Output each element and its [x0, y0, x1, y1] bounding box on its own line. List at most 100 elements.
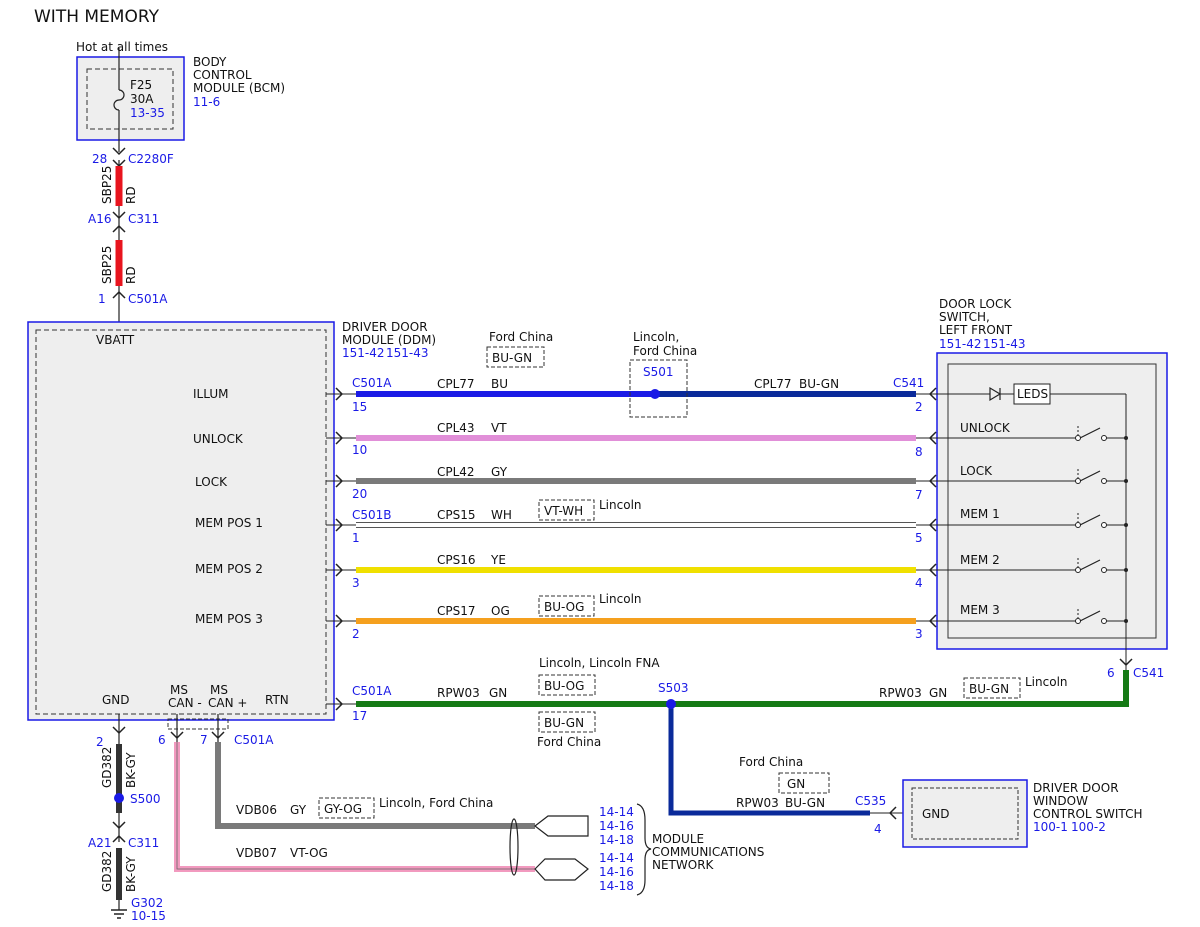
lock-circuit: CPL42	[437, 465, 475, 479]
switch-contact-2-part-7	[1124, 479, 1128, 483]
switch-mem2: MEM 2	[960, 553, 1000, 567]
gnd-connector-c311-icon	[112, 813, 126, 843]
ddm-ms-can-minus-line2: CAN -	[168, 696, 202, 710]
ddm-rtn: RTN	[265, 693, 289, 707]
network-name-line3: NETWORK	[652, 858, 715, 872]
mem2-pin-left: 3	[352, 576, 360, 590]
lock-pin-right: 7	[915, 488, 923, 502]
window-wire-color: BU-GN	[785, 796, 825, 810]
illum-variant-color: BU-GN	[492, 351, 532, 365]
can-ref-a3: 14-18	[599, 833, 634, 847]
feed-color-1: RD	[124, 186, 138, 204]
fuse-rating: 30A	[130, 92, 154, 106]
switch-contact-4-part-2	[1075, 567, 1081, 573]
rtn-variant-bottom-label: Ford China	[537, 735, 601, 749]
can-ref-b3: 14-18	[599, 879, 634, 893]
switch-lock: LOCK	[960, 464, 993, 478]
window-wire-circuit: RPW03	[736, 796, 779, 810]
window-variant-color: GN	[787, 777, 805, 791]
mem3-variant-color: BU-OG	[544, 600, 584, 614]
switch-contact-5-part-2	[1075, 618, 1081, 624]
ground-ref: 10-15	[131, 909, 166, 923]
ddm-name-line2: MODULE (DDM)	[342, 333, 436, 347]
switch-contact-1-part-2	[1075, 435, 1081, 441]
gnd-circuit-2: GD382	[100, 851, 114, 892]
switch-leds: LEDS	[1017, 387, 1048, 401]
fuse-ref: 13-35	[130, 106, 165, 120]
vdb06-color: GY	[290, 803, 307, 817]
rtn-conn: C501A	[352, 684, 392, 698]
switch-contact-1-part-7	[1124, 436, 1128, 440]
switch-mem3: MEM 3	[960, 603, 1000, 617]
gnd-circuit-1: GD382	[100, 747, 114, 788]
ddm-unlock: UNLOCK	[193, 432, 244, 446]
ddm-name-line1: DRIVER DOOR	[342, 320, 428, 334]
network-arrow-icons	[534, 815, 589, 881]
mem3-color: OG	[491, 604, 510, 618]
switch-contact-4-part-7	[1124, 568, 1128, 572]
illum-pin-left: 15	[352, 400, 367, 414]
rtn-variant-top-color: BU-OG	[544, 679, 584, 693]
switch-bottom-pin: 6	[1107, 666, 1115, 680]
switch-ref-1: 151-42	[939, 337, 982, 351]
switch-mem1: MEM 1	[960, 507, 1000, 521]
ddm-mem3: MEM POS 3	[195, 612, 263, 626]
conn-right-c541: C541	[893, 376, 924, 390]
mem3-variant-label: Lincoln	[599, 592, 642, 606]
illum-circuit: CPL77	[437, 377, 475, 391]
gnd-pin-mid: A21	[88, 836, 111, 850]
mem1-variant-color: VT-WH	[544, 504, 583, 518]
network-name-line2: COMMUNICATIONS	[652, 845, 764, 859]
window-pin: 4	[874, 822, 882, 836]
unlock-pin-left: 10	[352, 443, 367, 457]
window-switch-gnd: GND	[922, 807, 950, 821]
feed-pin-top: 28	[92, 152, 107, 166]
wiring-diagram: WITH MEMORY Hot at all times F25 30A 13-…	[27, 7, 1168, 923]
illum-pin-right: 2	[915, 400, 923, 414]
vdb06-variant-label: Lincoln, Ford China	[379, 796, 493, 810]
fuse-name: F25	[130, 78, 152, 92]
unlock-color: VT	[491, 421, 507, 435]
illum-circuit-right: CPL77	[754, 377, 792, 391]
rtn-pin-left: 17	[352, 709, 367, 723]
ddm-box	[27, 321, 335, 721]
ddm-ms-can-plus-line2: CAN +	[208, 696, 247, 710]
switch-contact-3-part-2	[1075, 522, 1081, 528]
rtn-variant-right-label: Lincoln	[1025, 675, 1068, 689]
switch-bottom-conn: C541	[1133, 666, 1164, 680]
window-switch-ref-2: 100-2	[1071, 820, 1106, 834]
switch-name-line1: DOOR LOCK	[939, 297, 1012, 311]
splice-label-line2: Ford China	[633, 344, 697, 358]
ddm-ref-2: 151-43	[386, 346, 429, 360]
feed-color-2: RD	[124, 266, 138, 284]
feed-circuit-1: SBP25	[100, 166, 114, 204]
window-switch-name-line3: CONTROL SWITCH	[1033, 807, 1142, 821]
ddm-mem2: MEM POS 2	[195, 562, 263, 576]
conn-left-c501a: C501A	[352, 376, 392, 390]
mem2-circuit: CPS16	[437, 553, 476, 567]
conn-left-c501b: C501B	[352, 508, 392, 522]
gnd-color-1: BK-GY	[124, 752, 138, 788]
switch-contact-5-part-7	[1124, 619, 1128, 623]
illum-variant-label: Ford China	[489, 330, 553, 344]
mem1-pin-right: 5	[915, 531, 923, 545]
network-brace-icon	[636, 803, 652, 896]
mem1-circuit: CPS15	[437, 508, 476, 522]
switch-contact-1-part-4	[1101, 435, 1107, 441]
can-ref-b2: 14-16	[599, 865, 634, 879]
ddm-illum: ILLUM	[193, 387, 228, 401]
vdb07-circuit: VDB07	[236, 846, 277, 860]
gnd-conn-mid: C311	[128, 836, 159, 850]
can-conn: C501A	[234, 733, 274, 747]
switch-contact-3-part-7	[1124, 523, 1128, 527]
illum-color-right: BU-GN	[799, 377, 839, 391]
lock-pin-left: 20	[352, 487, 367, 501]
splice-s500-dot	[114, 793, 124, 803]
can-ref-b1: 14-14	[599, 851, 634, 865]
bcm-ref: 11-6	[193, 95, 220, 109]
ddm-mem1: MEM POS 1	[195, 516, 263, 530]
hot-at-all-times-label: Hot at all times	[76, 40, 168, 54]
ddm-ref-1: 151-42	[342, 346, 385, 360]
switch-contact-5-part-4	[1101, 618, 1107, 624]
unlock-circuit: CPL43	[437, 421, 475, 435]
